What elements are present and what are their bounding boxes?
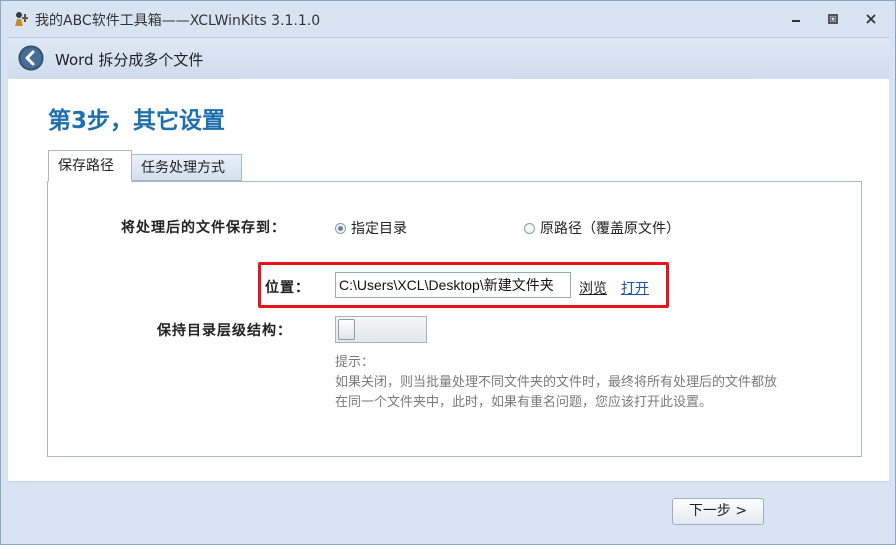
hint-title: 提示： [335, 355, 375, 370]
page-title: 第3步，其它设置 [48, 101, 225, 135]
radio-specified-dir-label: 指定目录 [351, 221, 407, 237]
radio-selected-icon [335, 222, 346, 234]
next-step-button[interactable]: 下一步 > [672, 498, 764, 525]
minimize-icon[interactable] [785, 9, 807, 29]
app-window: 我的ABC软件工具箱——XCLWinKits 3.1.1.0 Word 拆分成多… [0, 0, 896, 545]
restore-icon[interactable] [822, 9, 844, 29]
keep-structure-label: 保持目录层级结构： [157, 323, 292, 339]
tab-panel: 将处理后的文件保存到： 指定目录 原路径（覆盖原文件） 位置： C:\Users… [47, 181, 862, 457]
step-number: 3 [71, 108, 88, 134]
save-to-label: 将处理后的文件保存到： [121, 220, 286, 236]
header-title: Word 拆分成多个文件 [55, 51, 204, 69]
close-icon[interactable] [860, 9, 882, 29]
radio-original-path-label: 原路径（覆盖原文件） [540, 221, 680, 237]
footer-bar: 下一步 > [8, 481, 889, 540]
location-path-input[interactable]: C:\Users\XCL\Desktop\新建文件夹 [335, 272, 571, 298]
tab-save-path[interactable]: 保存路径 [48, 150, 132, 182]
title-bar: 我的ABC软件工具箱——XCLWinKits 3.1.1.0 [1, 1, 895, 37]
toggle-knob[interactable] [338, 319, 355, 340]
main-content: 第3步，其它设置 保存路径 任务处理方式 将处理后的文件保存到： 指定目录 原路… [8, 79, 889, 481]
hint-line-2: 在同一个文件夹中，此时，如果有重名问题，您应该打开此设置。 [335, 395, 713, 410]
back-arrow-icon[interactable] [18, 45, 44, 71]
location-label: 位置： [265, 280, 310, 296]
radio-unselected-icon [524, 222, 535, 234]
step-suffix: 步，其它设置 [87, 107, 226, 134]
browse-link[interactable]: 浏览 [579, 278, 607, 298]
tools-person-icon [13, 11, 29, 27]
step-prefix: 第 [48, 107, 71, 134]
radio-original-path[interactable]: 原路径（覆盖原文件） [524, 218, 680, 238]
open-link[interactable]: 打开 [621, 278, 649, 298]
page-header: Word 拆分成多个文件 [8, 37, 889, 81]
radio-specified-dir[interactable]: 指定目录 [335, 218, 407, 238]
window-title: 我的ABC软件工具箱——XCLWinKits 3.1.1.0 [35, 13, 321, 29]
tab-task-mode[interactable]: 任务处理方式 [131, 154, 242, 181]
hint-text: 提示： 如果关闭，则当批量处理不同文件夹的文件时，最终将所有处理后的文件都放 在… [335, 353, 855, 413]
hint-line-1: 如果关闭，则当批量处理不同文件夹的文件时，最终将所有处理后的文件都放 [335, 375, 778, 390]
keep-structure-toggle[interactable] [335, 316, 427, 343]
